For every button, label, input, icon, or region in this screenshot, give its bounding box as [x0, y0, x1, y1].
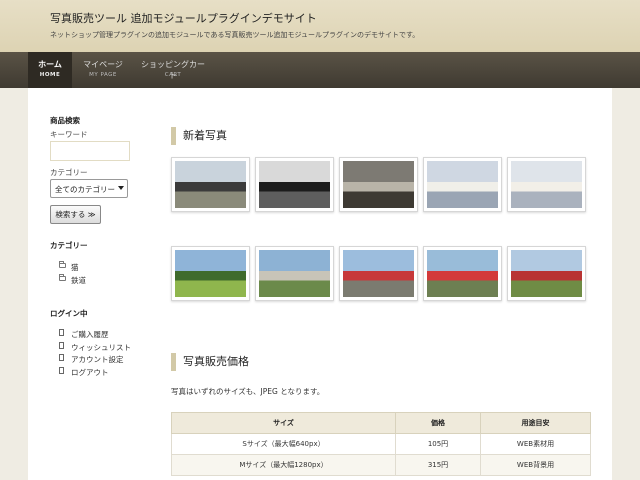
nav-item-cart[interactable]: ショッピングカート CART — [138, 52, 208, 88]
document-icon — [59, 367, 64, 374]
cell-size: Sサイズ（最大幅640px） — [171, 433, 396, 455]
photo-thumbnail[interactable] — [423, 246, 502, 301]
price-note: 写真はいずれのサイズも、JPEG となります。 — [171, 387, 325, 396]
folder-icon — [59, 261, 66, 268]
col-header-usage: 用途目安 — [480, 412, 591, 434]
cell-size: Mサイズ（最大幅1280px） — [171, 454, 396, 476]
photo-thumbnail[interactable] — [507, 246, 586, 301]
photo-thumbnail[interactable] — [171, 157, 250, 212]
keyword-label: キーワード — [50, 130, 88, 139]
photo-thumbnail[interactable] — [255, 246, 334, 301]
photo-thumbnail[interactable] — [339, 157, 418, 212]
table-row: Sサイズ（最大幅640px） 105円 WEB素材用 — [171, 433, 591, 455]
red-train-photo — [343, 250, 414, 297]
site-title[interactable]: 写真販売ツール 追加モジュールプラグインデモサイト — [50, 10, 317, 26]
nav-item-mypage[interactable]: マイページ MY PAGE — [80, 52, 126, 88]
cell-usage: WEB背景用 — [480, 454, 591, 476]
photo-thumbnail[interactable] — [255, 157, 334, 212]
col-header-size: サイズ — [171, 412, 396, 434]
main-nav: ホーム HOME マイページ MY PAGE ショッピングカート CART — [0, 52, 640, 88]
cell-price: 315円 — [395, 454, 481, 476]
photo-thumbnail[interactable] — [171, 246, 250, 301]
price-title: 写真販売価格 — [171, 353, 249, 371]
nav-home-sublabel: HOME — [39, 72, 61, 78]
cell-usage: WEB素材用 — [480, 433, 591, 455]
category-select-value: 全てのカテゴリー — [55, 185, 115, 194]
document-icon — [59, 329, 64, 336]
nav-home-label: ホーム — [38, 60, 62, 69]
photo-thumbnail[interactable] — [423, 157, 502, 212]
folder-icon — [59, 274, 66, 281]
photo-thumbnail[interactable] — [339, 246, 418, 301]
rural-town-photo — [259, 250, 330, 297]
locomotive-cab-photo — [343, 161, 414, 208]
cell-price: 105円 — [395, 433, 481, 455]
new-photos-title: 新着写真 — [171, 127, 227, 145]
train-station-photo — [175, 161, 246, 208]
chevron-down-icon — [118, 186, 124, 190]
red-train-photo — [511, 250, 582, 297]
search-heading: 商品検索 — [50, 116, 80, 125]
category-label: カテゴリー — [50, 168, 88, 177]
steam-locomotive-photo — [259, 161, 330, 208]
table-row: Mサイズ（最大幅1280px） 315円 WEB背景用 — [171, 454, 591, 476]
photo-thumbnail[interactable] — [507, 157, 586, 212]
site-header: 写真販売ツール 追加モジュールプラグインデモサイト ネットショップ管理プラグイン… — [0, 0, 640, 52]
site-description: ネットショップ管理プラグインの追加モジュールである写真販売ツール追加モジュールプ… — [50, 31, 420, 39]
table-header-row: サイズ 価格 用途目安 — [171, 412, 591, 434]
cat-on-bench-photo — [511, 161, 582, 208]
document-icon — [59, 342, 64, 349]
category-heading: カテゴリー — [50, 241, 88, 250]
category-select[interactable]: 全てのカテゴリー — [50, 179, 128, 198]
nav-mypage-label: マイページ — [83, 60, 123, 69]
nav-item-home[interactable]: ホーム HOME — [28, 52, 72, 88]
keyword-input[interactable] — [50, 141, 130, 161]
nav-cart-sublabel: CART — [164, 72, 182, 78]
price-table: サイズ 価格 用途目安 Sサイズ（最大幅640px） 105円 WEB素材用 M… — [171, 412, 591, 476]
nav-mypage-sublabel: MY PAGE — [89, 72, 117, 78]
login-heading: ログイン中 — [50, 309, 88, 318]
document-icon — [59, 354, 64, 361]
col-header-price: 価格 — [395, 412, 481, 434]
red-train-photo — [427, 250, 498, 297]
green-field-photo — [175, 250, 246, 297]
cat-on-bench-photo — [427, 161, 498, 208]
search-button[interactable]: 検索する ≫ — [50, 205, 101, 224]
